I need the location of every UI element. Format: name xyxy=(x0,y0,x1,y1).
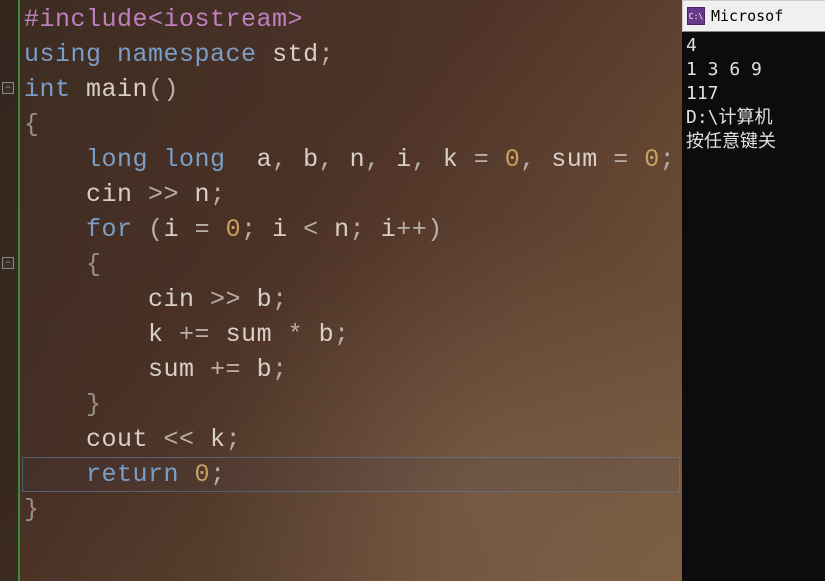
fold-toggle-icon[interactable]: − xyxy=(2,82,14,94)
code-line[interactable]: cin >> n; xyxy=(24,177,682,212)
console-line: 1 3 6 9 xyxy=(686,58,821,82)
cmd-icon: C:\ xyxy=(687,7,705,25)
code-editor[interactable]: − − #include<iostream>using namespace std… xyxy=(0,0,682,581)
console-window: C:\ Microsof 41 3 6 9117D:\计算机按任意键关 xyxy=(682,0,825,581)
code-line[interactable]: cout << k; xyxy=(24,422,682,457)
code-line[interactable]: for (i = 0; i < n; i++) xyxy=(24,212,682,247)
console-line: 4 xyxy=(686,34,821,58)
code-line[interactable]: sum += b; xyxy=(24,352,682,387)
code-line[interactable]: { xyxy=(24,107,682,142)
code-line[interactable]: long long a, b, n, i, k = 0, sum = 0; xyxy=(24,142,682,177)
code-line[interactable]: cin >> b; xyxy=(24,282,682,317)
code-line[interactable]: { xyxy=(24,247,682,282)
console-line: D:\计算机 xyxy=(686,106,821,130)
code-line[interactable]: } xyxy=(24,387,682,422)
code-line[interactable]: } xyxy=(24,492,682,527)
code-line[interactable]: return 0; xyxy=(24,457,682,492)
console-line: 117 xyxy=(686,82,821,106)
code-line[interactable]: #include<iostream> xyxy=(24,2,682,37)
console-line: 按任意键关 xyxy=(686,130,821,154)
console-title-text: Microsof xyxy=(711,7,783,25)
code-content[interactable]: #include<iostream>using namespace std;in… xyxy=(22,0,682,527)
console-title-bar[interactable]: C:\ Microsof xyxy=(682,0,825,32)
console-output: 41 3 6 9117D:\计算机按任意键关 xyxy=(682,32,825,156)
code-line[interactable]: int main() xyxy=(24,72,682,107)
code-line[interactable]: k += sum * b; xyxy=(24,317,682,352)
fold-toggle-icon[interactable]: − xyxy=(2,257,14,269)
code-line[interactable]: using namespace std; xyxy=(24,37,682,72)
